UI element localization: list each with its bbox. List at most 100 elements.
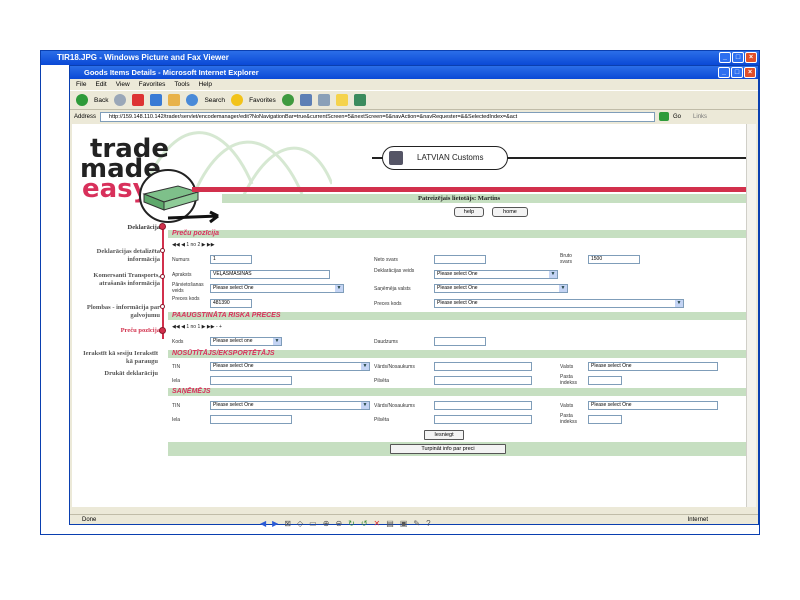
next-image-icon[interactable]: ▶ — [272, 519, 278, 528]
help-icon[interactable]: ? — [426, 519, 430, 528]
address-input[interactable]: http://159.148.110.142/trader/servlet/en… — [100, 111, 656, 122]
preces-kods-field[interactable]: 481390 — [210, 299, 252, 308]
stop-icon[interactable] — [132, 94, 145, 106]
help-button[interactable]: help — [454, 207, 484, 217]
back-label[interactable]: Back — [94, 97, 108, 104]
sutitajs-valsts-select[interactable]: Please select One — [588, 362, 718, 371]
delete-icon[interactable]: ✕ — [374, 519, 381, 528]
ie-title: Goods Items Details - Microsoft Internet… — [84, 68, 259, 77]
section-title-sanemejs: SAŅĒMĒJS — [172, 388, 211, 395]
refresh-icon[interactable] — [150, 94, 163, 106]
search-icon[interactable] — [186, 94, 199, 106]
maximize-button[interactable]: □ — [732, 52, 744, 63]
menu-help[interactable]: Help — [199, 79, 212, 90]
label-preces-kods-2: Preces kods — [374, 301, 402, 307]
parvietosana-select[interactable]: Please select One ▼ — [210, 284, 344, 293]
sanemejs-iela-field[interactable] — [210, 415, 292, 424]
sanemejs-valsts-value: Please select One — [591, 402, 632, 408]
label-valsts-2: Valsts — [560, 403, 574, 409]
vertical-scrollbar[interactable] — [746, 124, 756, 507]
label-pasta: Pasta indekss — [560, 374, 577, 386]
edit-icon[interactable]: ✎ — [413, 519, 420, 528]
sanemejs-pasta-field[interactable] — [588, 415, 622, 424]
sanemejs-valsts-select[interactable]: Please select One — [588, 401, 718, 410]
daudzums-field[interactable] — [434, 337, 486, 346]
label-pilseta-2: Pilsēta — [374, 417, 390, 423]
continue-button[interactable]: Turpināt info par preci — [390, 444, 506, 454]
sidebar-item-plombas[interactable]: Plombas - informācija par galvojumu — [82, 304, 160, 319]
folder-icon[interactable] — [335, 94, 348, 106]
sidebar-bullet-active — [159, 327, 166, 334]
bruto-field[interactable]: 1500 — [588, 255, 640, 264]
viewer-title: TIR18.JPG - Windows Picture and Fax View… — [57, 53, 229, 62]
sanemejs-tin-select[interactable]: Please select One ▼ — [210, 401, 370, 410]
label-neto: Neto svars — [374, 257, 398, 263]
section-band-sanemejs — [168, 388, 746, 396]
sidebar-item-print[interactable]: Drukāt deklarāciju — [76, 370, 158, 378]
sidebar-item-details[interactable]: Deklarācijas detalizēta informācija — [82, 248, 160, 263]
rotate-clockwise-icon[interactable]: ↻ — [348, 519, 355, 528]
history-icon[interactable] — [281, 94, 294, 106]
close-button[interactable]: × — [745, 52, 757, 63]
deklar-veids-select[interactable]: Please select One ▼ — [434, 270, 558, 279]
menu-tools[interactable]: Tools — [174, 79, 189, 90]
preces-kods-select[interactable]: Please select One ▼ — [434, 299, 684, 308]
sanemejs-pilseta-field[interactable] — [434, 415, 532, 424]
menu-edit[interactable]: Edit — [95, 79, 106, 90]
previous-image-icon[interactable]: ◀ — [260, 519, 266, 528]
ie-maximize-button[interactable]: □ — [731, 67, 743, 78]
favorites-icon[interactable] — [231, 94, 244, 106]
sutitajs-tin-select[interactable]: Please select One ▼ — [210, 362, 370, 371]
menu-favorites[interactable]: Favorites — [139, 79, 166, 90]
pager-risks[interactable]: ◀◀ ◀ 1 no 1 ▶ ▶▶ - + — [172, 324, 222, 331]
slideshow-icon[interactable]: ▭ — [309, 519, 317, 528]
menu-file[interactable]: File — [76, 79, 86, 90]
go-icon[interactable] — [659, 112, 670, 121]
actual-size-icon[interactable]: ◇ — [297, 519, 303, 528]
save-icon[interactable]: ▣ — [400, 519, 408, 528]
mail-icon[interactable] — [299, 94, 312, 106]
ie-close-button[interactable]: × — [744, 67, 756, 78]
numurs-field[interactable]: 1 — [210, 255, 252, 264]
print-icon[interactable] — [317, 94, 330, 106]
forward-icon[interactable] — [114, 94, 127, 106]
favorites-label[interactable]: Favorites — [249, 97, 276, 104]
print-icon[interactable]: ▤ — [386, 519, 394, 528]
viewer-title-bar: TIR18.JPG - Windows Picture and Fax View… — [41, 51, 759, 65]
submit-button[interactable]: Iesniegt — [424, 430, 464, 440]
rotate-counterclockwise-icon[interactable]: ↺ — [361, 519, 368, 528]
sidebar-item-save[interactable]: Ierakstīt kā sesiju Ierakstīt kā paraugu — [76, 350, 158, 365]
chevron-down-icon: ▼ — [675, 300, 683, 307]
label-pasta-2: Pasta indekss — [560, 413, 577, 425]
back-icon[interactable] — [76, 94, 88, 106]
pager-preces[interactable]: ◀◀ ◀ 1 no 2 ▶ ▶▶ — [172, 242, 215, 249]
home-icon[interactable] — [168, 94, 181, 106]
label-numurs: Numurs — [172, 257, 190, 263]
best-fit-icon[interactable]: ⊠ — [284, 519, 291, 528]
go-button[interactable]: Go — [673, 114, 681, 120]
messenger-icon[interactable] — [353, 94, 366, 106]
search-label[interactable]: Search — [204, 97, 225, 104]
zoom-in-icon[interactable]: ⊕ — [323, 519, 330, 528]
zoom-out-icon[interactable]: ⊖ — [335, 519, 342, 528]
sutitajs-vards-field[interactable] — [434, 362, 532, 371]
label-vards: Vārds/Nosaukums — [374, 364, 415, 370]
kods-value: Please select one — [213, 338, 253, 344]
menu-view[interactable]: View — [116, 79, 130, 90]
neto-field[interactable] — [434, 255, 486, 264]
sutitajs-pilseta-field[interactable] — [434, 376, 532, 385]
apraksts-field[interactable]: VEĻASMAŠĪNAS — [210, 270, 330, 279]
kods-select[interactable]: Please select one ▼ — [210, 337, 282, 346]
parvietosana-value: Please select One — [213, 285, 254, 291]
home-button[interactable]: home — [492, 207, 528, 217]
links-label[interactable]: Links — [693, 114, 707, 120]
sutitajs-pasta-field[interactable] — [588, 376, 622, 385]
sutitajs-iela-field[interactable] — [210, 376, 292, 385]
sidebar-item-preces[interactable]: Preču pozīcija — [82, 327, 160, 335]
sidebar-item-deklaracija[interactable]: Deklarācija — [82, 224, 161, 232]
minimize-button[interactable]: _ — [719, 52, 731, 63]
ie-minimize-button[interactable]: _ — [718, 67, 730, 78]
sanemejvalsts-select[interactable]: Please select One ▼ — [434, 284, 568, 293]
sidebar-item-komersanti[interactable]: Komersanti Transports, atrašanās informā… — [82, 272, 160, 287]
sanemejs-vards-field[interactable] — [434, 401, 532, 410]
